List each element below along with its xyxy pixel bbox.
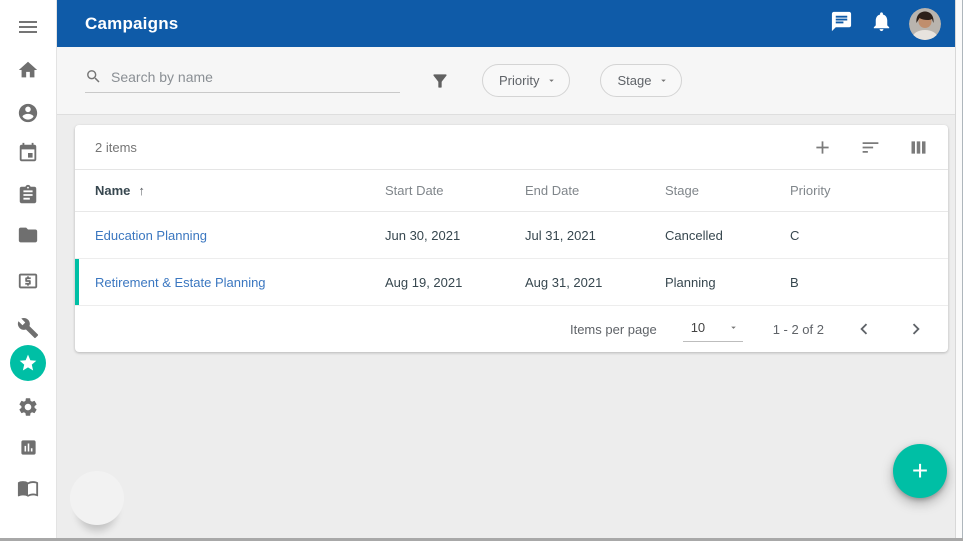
page-title: Campaigns (85, 14, 821, 34)
sort-ascending-icon: ↑ (138, 183, 145, 198)
column-header-start-date[interactable]: Start Date (385, 183, 525, 198)
chevron-right-icon (905, 318, 927, 340)
sort-button[interactable] (856, 133, 884, 161)
book-icon[interactable] (16, 476, 40, 500)
column-header-end-date[interactable]: End Date (525, 183, 665, 198)
clipboard-icon[interactable] (16, 183, 40, 207)
next-page-button[interactable] (904, 317, 928, 341)
column-header-stage[interactable]: Stage (665, 183, 790, 198)
add-campaign-fab[interactable]: + (893, 444, 947, 498)
bell-icon (870, 10, 893, 38)
chevron-down-icon (546, 75, 557, 86)
end-date-cell: Aug 31, 2021 (525, 275, 665, 290)
start-date-cell: Jun 30, 2021 (385, 228, 525, 243)
chevron-down-icon (658, 75, 669, 86)
home-icon[interactable] (16, 58, 40, 82)
campaign-name-link[interactable]: Education Planning (95, 228, 207, 243)
priority-cell: B (790, 275, 928, 290)
priority-cell: C (790, 228, 928, 243)
page-size-value: 10 (691, 320, 705, 335)
chevron-left-icon (853, 318, 875, 340)
app-bar: Campaigns (57, 0, 955, 47)
end-date-cell: Jul 31, 2021 (525, 228, 665, 243)
person-icon[interactable] (16, 101, 40, 125)
search-icon (85, 68, 102, 85)
vertical-scrollbar-track[interactable] (955, 0, 963, 541)
prev-page-button[interactable] (852, 317, 876, 341)
stage-filter-chip[interactable]: Stage (600, 64, 682, 97)
priority-filter-chip[interactable]: Priority (482, 64, 570, 97)
folder-icon[interactable] (16, 223, 40, 247)
table-toolbar: 2 items (75, 125, 948, 170)
ghost-circle (70, 471, 124, 525)
wrench-icon[interactable] (16, 316, 40, 340)
priority-chip-label: Priority (499, 73, 539, 88)
star-icon[interactable] (10, 345, 46, 381)
search-field[interactable] (85, 68, 400, 93)
column-header-name-label: Name (95, 183, 130, 198)
notifications-button[interactable] (861, 4, 901, 44)
page-size-select[interactable]: 10 (683, 317, 743, 342)
column-header-name[interactable]: Name ↑ (95, 183, 385, 198)
table-row: Retirement & Estate Planning Aug 19, 202… (75, 259, 948, 306)
sort-lines-icon (860, 137, 881, 158)
filter-button[interactable] (428, 69, 452, 93)
sidebar (0, 0, 57, 541)
chat-icon (830, 10, 853, 38)
plus-icon (812, 137, 833, 158)
stage-chip-label: Stage (617, 73, 651, 88)
pagination-bar: Items per page 10 1 - 2 of 2 (75, 306, 948, 352)
calendar-icon[interactable] (16, 141, 40, 165)
gear-icon[interactable] (16, 395, 40, 419)
stage-cell: Planning (665, 275, 790, 290)
chat-button[interactable] (821, 4, 861, 44)
plus-icon: + (912, 457, 928, 485)
main-content: Campaigns Prior (57, 0, 955, 538)
filter-bar: Priority Stage (57, 47, 955, 115)
campaign-name-link[interactable]: Retirement & Estate Planning (95, 275, 266, 290)
columns-button[interactable] (904, 133, 932, 161)
campaigns-table-card: 2 items Name ↑ Start Date End Date Stage… (75, 125, 948, 352)
start-date-cell: Aug 19, 2021 (385, 275, 525, 290)
table-header-row: Name ↑ Start Date End Date Stage Priorit… (75, 170, 948, 212)
funnel-icon (430, 71, 450, 91)
stage-cell: Cancelled (665, 228, 790, 243)
table-row: Education Planning Jun 30, 2021 Jul 31, … (75, 212, 948, 259)
search-input[interactable] (111, 69, 400, 85)
dollar-icon[interactable] (16, 269, 40, 293)
items-count: 2 items (95, 140, 788, 155)
hamburger-menu-icon[interactable] (16, 15, 40, 39)
add-row-button[interactable] (808, 133, 836, 161)
bar-chart-icon[interactable] (16, 435, 40, 459)
avatar[interactable] (909, 8, 941, 40)
columns-icon (908, 137, 929, 158)
items-per-page-label: Items per page (570, 322, 657, 337)
column-header-priority[interactable]: Priority (790, 183, 928, 198)
page-range-label: 1 - 2 of 2 (773, 322, 824, 337)
chevron-down-icon (728, 322, 739, 333)
